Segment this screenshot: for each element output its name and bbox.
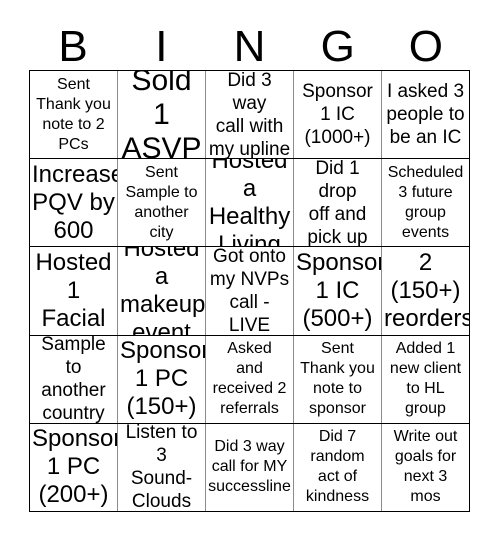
bingo-cell-text: Sponsor 1 IC (1000+) — [302, 81, 373, 149]
bingo-cell[interactable]: Sold 1 ASVP — [118, 71, 206, 159]
bingo-cell[interactable]: Hosted a makeup event — [118, 247, 206, 335]
bingo-cell[interactable]: Hosted a Healthy Living — [206, 159, 294, 247]
bingo-cell-text: Write out goals for next 3 mos — [393, 428, 458, 506]
bingo-cell[interactable]: 2 (150+) reorders — [382, 247, 469, 335]
bingo-cell-text: Added 1 new client to HL group — [389, 340, 462, 418]
bingo-grid: Sent Thank you note to 2 PCs Sold 1 ASVP… — [29, 70, 470, 512]
bingo-cell-text: Increase PQV by 600 — [32, 160, 118, 244]
bingo-cell[interactable]: Sponsor 1 IC (500+) — [294, 247, 382, 335]
bingo-cell-text: Sponsor 1 IC (500+) — [296, 249, 382, 332]
bingo-cell-text: Got onto my NVPs call - LIVE — [209, 247, 290, 335]
bingo-cell-text: Hosted a makeup event — [120, 247, 206, 335]
bingo-header-letter-b: B — [58, 22, 88, 71]
bingo-header-letter-i: I — [155, 22, 168, 71]
bingo-row: Hosted 1 Facial Hosted a makeup event Go… — [30, 247, 469, 336]
bingo-cell-text: Hosted a Healthy Living — [208, 159, 291, 247]
bingo-cell[interactable]: Sent Sample to another city — [118, 159, 206, 247]
bingo-cell[interactable]: Increase PQV by 600 — [30, 159, 118, 247]
bingo-cell[interactable]: Sponsor 1 PC (200+) — [30, 423, 118, 512]
bingo-cell[interactable]: Sponsor 1 IC (1000+) — [294, 71, 382, 159]
bingo-header-letter-n: N — [233, 22, 266, 71]
bingo-cell-text: Listen to 3 Sound- Clouds — [125, 423, 198, 512]
bingo-cell-text: Sample to another country — [41, 335, 106, 423]
bingo-cell[interactable]: Asked and received 2 referrals — [206, 335, 294, 423]
bingo-cell-text: Did 3 way call with my upline — [208, 71, 291, 159]
bingo-cell[interactable]: Sample to another country — [30, 335, 118, 423]
bingo-cell-text: Hosted 1 Facial — [35, 249, 112, 332]
bingo-row: Sponsor 1 PC (200+) Listen to 3 Sound- C… — [30, 423, 469, 512]
bingo-cell[interactable]: Did 1 drop off and pick up — [294, 159, 382, 247]
bingo-cell[interactable]: Did 3 way call for MY successline — [206, 423, 294, 512]
bingo-cell-text: Did 3 way call for MY successline — [208, 438, 291, 496]
bingo-cell[interactable]: Write out goals for next 3 mos — [382, 423, 469, 512]
bingo-cell[interactable]: Did 7 random act of kindness — [294, 423, 382, 512]
bingo-cell[interactable]: I asked 3 people to be an IC — [382, 71, 469, 159]
bingo-cell-text: Sold 1 ASVP — [121, 71, 202, 159]
bingo-cell-text: Scheduled 3 future group events — [387, 163, 464, 241]
bingo-row: Sent Thank you note to 2 PCs Sold 1 ASVP… — [30, 71, 469, 160]
bingo-cell[interactable]: Sent Thank you note to sponsor — [294, 335, 382, 423]
bingo-cell-text: Sponsor 1 PC (200+) — [32, 425, 118, 509]
bingo-cell-text: Asked and received 2 referrals — [212, 340, 287, 418]
bingo-row: Increase PQV by 600 Sent Sample to anoth… — [30, 159, 469, 248]
bingo-cell-text: I asked 3 people to be an IC — [386, 81, 465, 149]
bingo-cell-text: Sent Thank you note to sponsor — [300, 340, 375, 418]
bingo-cell[interactable]: Added 1 new client to HL group — [382, 335, 469, 423]
bingo-row: Sample to another country Sponsor 1 PC (… — [30, 335, 469, 424]
bingo-card: B I N G O Sent Thank you note to 2 PCs S… — [0, 0, 500, 544]
bingo-cell-text: Sent Sample to another city — [125, 163, 198, 241]
bingo-cell[interactable]: Did 3 way call with my upline — [206, 71, 294, 159]
bingo-cell-text: 2 (150+) reorders — [384, 249, 469, 332]
bingo-cell[interactable]: Got onto my NVPs call - LIVE — [206, 247, 294, 335]
bingo-header-row: B I N G O — [29, 14, 470, 70]
bingo-cell-text: Did 7 random act of kindness — [305, 428, 370, 506]
bingo-cell[interactable]: Listen to 3 Sound- Clouds — [118, 423, 206, 512]
bingo-cell-text: Did 1 drop off and pick up — [307, 159, 368, 247]
bingo-cell[interactable]: Sponsor 1 PC (150+) — [118, 335, 206, 423]
bingo-header-letter-o: O — [408, 22, 444, 71]
bingo-cell[interactable]: Sent Thank you note to 2 PCs — [30, 71, 118, 159]
bingo-cell-text: Sent Thank you note to 2 PCs — [36, 75, 111, 153]
bingo-cell[interactable]: Hosted 1 Facial — [30, 247, 118, 335]
bingo-cell-text: Sponsor 1 PC (150+) — [120, 337, 206, 421]
bingo-header-letter-g: G — [320, 22, 355, 71]
bingo-cell[interactable]: Scheduled 3 future group events — [382, 159, 469, 247]
